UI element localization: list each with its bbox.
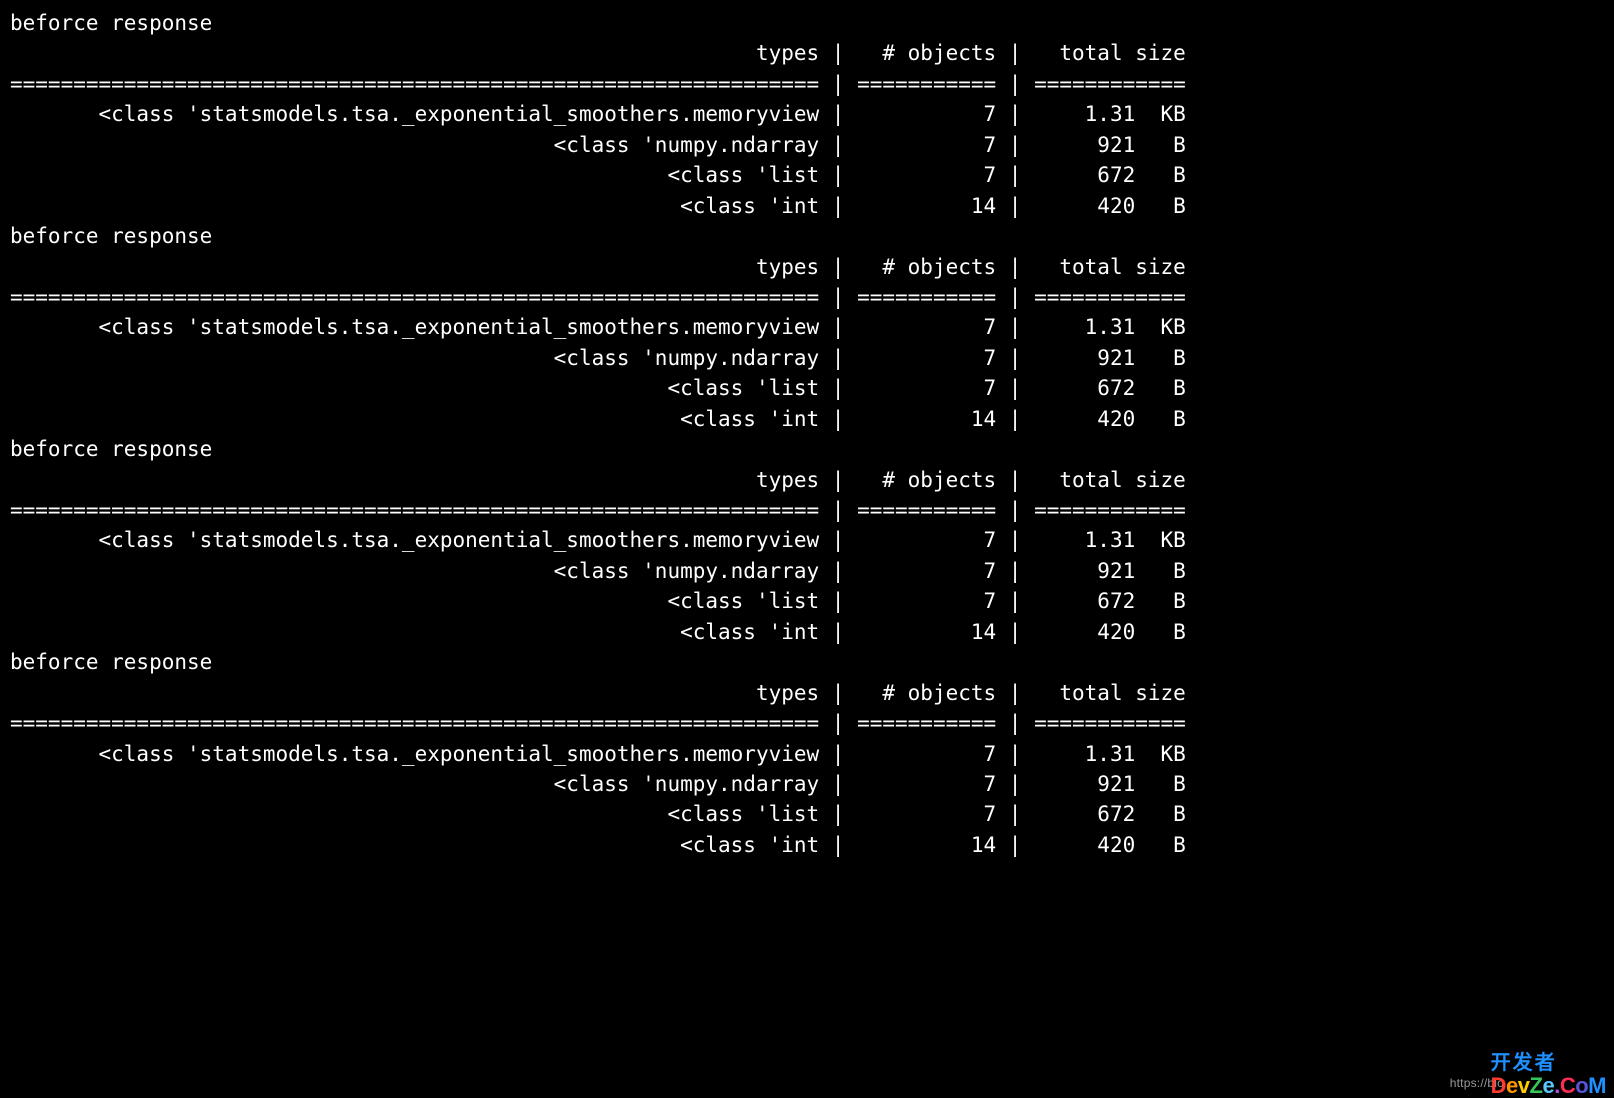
table-header: types | # objects | total size	[10, 38, 1604, 68]
table-row: <class 'list | 7 | 672 B	[10, 373, 1604, 403]
table-row: <class 'statsmodels.tsa._exponential_smo…	[10, 312, 1604, 342]
table-rule: ========================================…	[10, 69, 1604, 99]
table-row: <class 'int | 14 | 420 B	[10, 830, 1604, 860]
table-rule: ========================================…	[10, 708, 1604, 738]
log-marker: beforce response	[10, 434, 1604, 464]
table-rule: ========================================…	[10, 282, 1604, 312]
watermark-logo-en: DevZe.CoM	[1491, 1074, 1606, 1098]
table-row: <class 'int | 14 | 420 B	[10, 404, 1604, 434]
log-marker: beforce response	[10, 647, 1604, 677]
table-row: <class 'list | 7 | 672 B	[10, 160, 1604, 190]
table-row: <class 'statsmodels.tsa._exponential_smo…	[10, 525, 1604, 555]
terminal-output: beforce response types | # objects | tot…	[0, 0, 1614, 860]
watermark-logo-zh: 开发者	[1491, 1052, 1606, 1074]
table-rule: ========================================…	[10, 495, 1604, 525]
table-row: <class 'statsmodels.tsa._exponential_smo…	[10, 739, 1604, 769]
table-row: <class 'numpy.ndarray | 7 | 921 B	[10, 769, 1604, 799]
watermark-logo: 开发者 DevZe.CoM	[1491, 1052, 1606, 1098]
table-row: <class 'statsmodels.tsa._exponential_smo…	[10, 99, 1604, 129]
table-row: <class 'numpy.ndarray | 7 | 921 B	[10, 130, 1604, 160]
table-row: <class 'int | 14 | 420 B	[10, 191, 1604, 221]
log-marker: beforce response	[10, 221, 1604, 251]
table-row: <class 'numpy.ndarray | 7 | 921 B	[10, 556, 1604, 586]
table-header: types | # objects | total size	[10, 678, 1604, 708]
table-row: <class 'int | 14 | 420 B	[10, 617, 1604, 647]
log-marker: beforce response	[10, 8, 1604, 38]
table-row: <class 'numpy.ndarray | 7 | 921 B	[10, 343, 1604, 373]
table-header: types | # objects | total size	[10, 252, 1604, 282]
table-row: <class 'list | 7 | 672 B	[10, 586, 1604, 616]
table-header: types | # objects | total size	[10, 465, 1604, 495]
table-row: <class 'list | 7 | 672 B	[10, 799, 1604, 829]
